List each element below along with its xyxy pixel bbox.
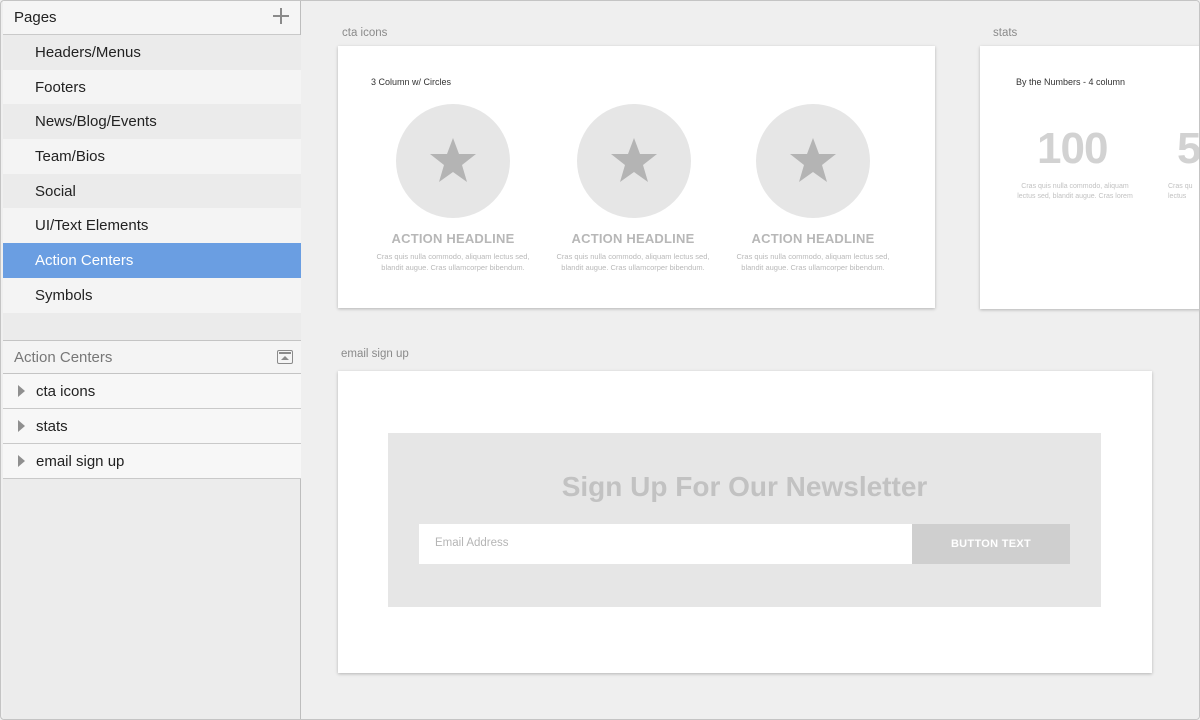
stat-number: 100 bbox=[1037, 124, 1108, 173]
layer-item-email-sign-up[interactable]: email sign up bbox=[3, 444, 301, 479]
artboard-label-text: email sign up bbox=[341, 348, 409, 360]
page-list: Headers/Menus Footers News/Blog/Events T… bbox=[3, 35, 301, 348]
stat-number: 5 bbox=[1177, 124, 1200, 173]
star-icon bbox=[430, 138, 476, 182]
pages-header: Pages bbox=[3, 1, 300, 35]
collapse-panel-icon[interactable] bbox=[277, 350, 293, 364]
artboard-stats[interactable]: By the Numbers - 4 column 100 Cras quis … bbox=[980, 46, 1200, 309]
artboard-subtitle: 3 Column w/ Circles bbox=[371, 77, 452, 87]
icon-circle bbox=[577, 104, 691, 218]
page-item-label: Social bbox=[35, 182, 76, 200]
page-item-ui-text-elements[interactable]: UI/Text Elements bbox=[3, 208, 301, 244]
layer-item-cta-icons[interactable]: cta icons bbox=[3, 374, 301, 409]
action-body: Cras quis nulla commodo, aliquam lectus … bbox=[556, 252, 710, 272]
layer-item-stats[interactable]: stats bbox=[3, 409, 301, 444]
action-headline: ACTION HEADLINE bbox=[391, 231, 515, 246]
action-headline: ACTION HEADLINE bbox=[571, 231, 695, 246]
page-item-action-centers[interactable]: Action Centers bbox=[3, 243, 301, 278]
action-body: Cras quis nulla commodo, aliquam lectus … bbox=[376, 252, 530, 272]
page-item-label: Team/Bios bbox=[35, 148, 106, 166]
layer-list: cta icons stats email sign up bbox=[3, 374, 301, 479]
artboard-label-stats[interactable]: stats bbox=[993, 27, 1017, 39]
disclosure-triangle-icon[interactable] bbox=[18, 385, 25, 397]
page-item-label: Headers/Menus bbox=[35, 44, 141, 61]
newsletter-submit-button[interactable]: BUTTON TEXT bbox=[912, 524, 1070, 564]
page-item-headers-menus[interactable]: Headers/Menus bbox=[3, 35, 301, 70]
page-item-label: Action Centers bbox=[35, 252, 134, 270]
layer-item-label: stats bbox=[36, 418, 68, 435]
layers-header: Action Centers bbox=[3, 340, 301, 374]
app-window: Pages Headers/Menus Footers News/Blog/Ev… bbox=[0, 0, 1200, 720]
artboard-label-text: stats bbox=[993, 27, 1018, 39]
pages-title: Pages bbox=[14, 9, 57, 26]
action-headline: ACTION HEADLINE bbox=[751, 231, 875, 246]
newsletter-heading: Sign Up For Our Newsletter bbox=[561, 471, 928, 502]
page-item-label: Symbols bbox=[35, 286, 93, 304]
artboard-email-sign-up[interactable]: Sign Up For Our Newsletter Email Address… bbox=[338, 371, 1152, 673]
page-item-label: Footers bbox=[35, 78, 86, 96]
page-item-news-blog-events[interactable]: News/Blog/Events bbox=[3, 104, 301, 140]
sidebar: Pages Headers/Menus Footers News/Blog/Ev… bbox=[3, 1, 301, 719]
layer-item-label: email sign up bbox=[36, 453, 125, 470]
artboard-label-email-sign-up[interactable]: email sign up bbox=[341, 348, 409, 360]
artboard-label-cta-icons[interactable]: cta icons bbox=[342, 27, 387, 39]
disclosure-triangle-icon[interactable] bbox=[18, 420, 25, 432]
page-item-symbols[interactable]: Symbols bbox=[3, 277, 301, 313]
page-item-label: News/Blog/Events bbox=[35, 113, 157, 131]
artboard-cta-icons[interactable]: 3 Column w/ Circles ACTION HEADLINE Cras… bbox=[338, 46, 935, 308]
design-canvas[interactable]: cta icons 3 Column w/ Circles ACTION HEA… bbox=[302, 1, 1199, 719]
add-page-icon[interactable] bbox=[272, 7, 290, 25]
disclosure-triangle-icon[interactable] bbox=[18, 455, 25, 467]
icon-circle bbox=[756, 104, 870, 218]
artboard-subtitle: By the Numbers - 4 column bbox=[1016, 77, 1126, 87]
icon-circle bbox=[396, 104, 510, 218]
page-item-team-bios[interactable]: Team/Bios bbox=[3, 139, 301, 174]
layers-title: Action Centers bbox=[14, 349, 113, 366]
stat-body: Cras quis nulla commodo, aliquam lectus s… bbox=[1017, 183, 1133, 200]
page-item-social[interactable]: Social bbox=[3, 173, 301, 209]
page-item-label: UI/Text Elements bbox=[35, 217, 149, 235]
page-item-footers[interactable]: Footers bbox=[3, 69, 301, 105]
layer-item-label: cta icons bbox=[36, 383, 96, 400]
newsletter-panel: Sign Up For Our Newsletter Email Address… bbox=[388, 433, 1101, 607]
star-icon bbox=[790, 138, 836, 182]
star-icon bbox=[611, 138, 657, 182]
email-placeholder: Email Address bbox=[435, 537, 509, 549]
email-field[interactable]: Email Address bbox=[419, 524, 912, 564]
action-body: Cras quis nulla commodo, aliquam lectus … bbox=[736, 252, 890, 272]
artboard-label-text: cta icons bbox=[342, 27, 388, 39]
stat-body: Cras qu lectus bbox=[1168, 183, 1193, 200]
